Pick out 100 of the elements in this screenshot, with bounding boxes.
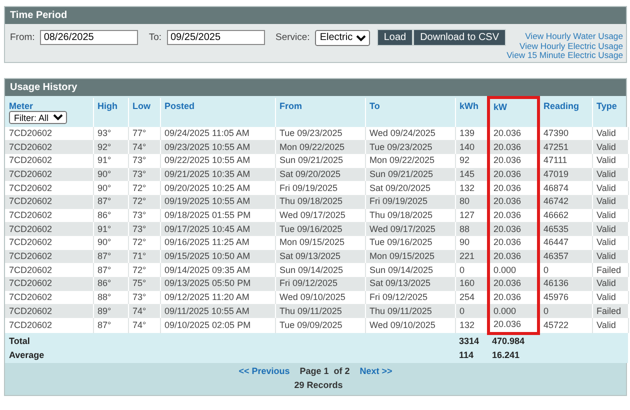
temperature-cell: 91° <box>93 154 128 168</box>
temperature-cell: 73° <box>128 208 160 222</box>
status-cell: Valid <box>592 154 628 168</box>
meter-cell: 7CD20602 <box>5 222 93 236</box>
value-cell: 46447 <box>538 236 592 250</box>
column-header[interactable]: Meter Filter: All <box>5 98 93 126</box>
status-cell: Failed <box>592 304 628 318</box>
date-cell: 09/10/2025 02:05 PM <box>160 318 275 334</box>
meter-cell: 7CD20602 <box>5 236 93 250</box>
panel-header: Usage History <box>5 79 626 96</box>
usage-link[interactable]: View Hourly Water Usage <box>525 32 623 42</box>
date-cell: 09/19/2025 10:55 AM <box>160 194 275 209</box>
date-cell: Tue 09/16/2025 <box>365 236 455 250</box>
date-cell: 09/15/2025 10:50 AM <box>160 250 275 264</box>
date-cell: Wed 09/10/2025 <box>365 318 455 334</box>
meter-cell: 7CD20602 <box>5 250 93 264</box>
date-cell: 09/12/2025 11:20 AM <box>160 290 275 304</box>
temperature-cell: 89° <box>93 304 128 318</box>
date-cell: Tue 09/23/2025 <box>365 140 455 154</box>
to-date-field[interactable]: 09/25/2025 <box>166 30 264 45</box>
value-cell: 0 <box>538 304 592 318</box>
date-cell: Tue 09/23/2025 <box>275 126 365 140</box>
date-cell: Wed 09/10/2025 <box>275 290 365 304</box>
temperature-cell: 72° <box>128 236 160 250</box>
temperature-cell: 73° <box>128 168 160 182</box>
value-cell: 88 <box>455 222 488 236</box>
date-cell: Sun 09/14/2025 <box>275 263 365 278</box>
status-cell: Valid <box>592 318 628 334</box>
value-cell: 20.036 <box>488 140 538 154</box>
date-cell: Mon 09/15/2025 <box>275 236 365 250</box>
date-cell: Wed 09/17/2025 <box>275 208 365 222</box>
date-cell: Sat 09/20/2025 <box>275 168 365 182</box>
date-cell: 09/11/2025 10:55 AM <box>160 304 275 318</box>
previous-page-link[interactable]: << Previous <box>238 364 290 378</box>
temperature-cell: 77° <box>128 126 160 140</box>
meter-cell: 7CD20602 <box>5 126 93 140</box>
value-cell: 90 <box>455 236 488 250</box>
value-cell: 140 <box>455 140 488 154</box>
temperature-cell: 72° <box>128 181 160 195</box>
from-date-field[interactable]: 08/26/2025 <box>40 30 138 45</box>
next-page-link[interactable]: Next >> <box>360 364 392 378</box>
temperature-cell: 88° <box>93 290 128 304</box>
date-cell: Thu 09/18/2025 <box>275 194 365 209</box>
temperature-cell: 87° <box>93 250 128 264</box>
temperature-cell: 87° <box>93 318 128 334</box>
temperature-cell: 74° <box>128 140 160 154</box>
date-cell: 09/16/2025 11:25 AM <box>160 236 275 250</box>
date-cell: Mon 09/22/2025 <box>275 140 365 154</box>
date-cell: Sun 09/21/2025 <box>275 154 365 168</box>
temperature-cell: 90° <box>93 168 128 182</box>
temperature-cell: 73° <box>128 222 160 236</box>
value-cell: 160 <box>455 277 488 291</box>
date-cell: Fri 09/19/2025 <box>275 181 365 195</box>
date-cell: 09/24/2025 11:05 AM <box>160 126 275 140</box>
meter-cell: 7CD20602 <box>5 290 93 304</box>
date-cell: Wed 09/24/2025 <box>365 126 455 140</box>
temperature-cell: 75° <box>128 277 160 291</box>
status-cell: Valid <box>592 194 628 209</box>
value-cell: 20.036 <box>488 181 538 195</box>
temperature-cell: 90° <box>93 181 128 195</box>
temperature-cell: 87° <box>93 194 128 209</box>
date-cell: Mon 09/22/2025 <box>365 154 455 168</box>
field-label: Service: <box>276 32 310 43</box>
load-button[interactable]: Load <box>376 29 414 46</box>
date-cell: Mon 09/15/2025 <box>365 250 455 264</box>
field-label: From: <box>10 32 35 43</box>
value-cell: 0 <box>455 304 488 318</box>
meter-cell: 7CD20602 <box>5 263 93 278</box>
status-cell: Valid <box>592 181 628 195</box>
panel-header: Time Period <box>5 7 626 24</box>
status-cell: Failed <box>592 263 628 278</box>
status-cell: Valid <box>592 222 628 236</box>
meter-cell: 7CD20602 <box>5 208 93 222</box>
value-cell: 47390 <box>538 126 592 140</box>
date-cell: Thu 09/11/2025 <box>365 304 455 318</box>
usage-link[interactable]: View 15 Minute Electric Usage <box>506 51 623 60</box>
date-cell: 09/14/2025 09:35 AM <box>160 263 275 278</box>
value-cell: 20.036 <box>488 290 538 304</box>
value-cell: 0 <box>538 263 592 278</box>
temperature-cell: 71° <box>128 250 160 264</box>
date-cell: Tue 09/16/2025 <box>275 222 365 236</box>
value-cell: 46874 <box>538 181 592 195</box>
service-dropdown[interactable]: Electric <box>314 30 370 46</box>
value-cell: 139 <box>455 126 488 140</box>
status-cell: Valid <box>592 208 628 222</box>
date-cell: Sat 09/13/2025 <box>275 250 365 264</box>
temperature-cell: 72° <box>128 263 160 278</box>
meter-cell: 7CD20602 <box>5 140 93 154</box>
value-cell: 20.036 <box>488 154 538 168</box>
temperature-cell: 87° <box>93 263 128 278</box>
meter-cell: 7CD20602 <box>5 304 93 318</box>
meter-cell: 7CD20602 <box>5 277 93 291</box>
status-cell: Valid <box>592 250 628 264</box>
date-cell: Fri 09/19/2025 <box>365 194 455 209</box>
download-button[interactable]: Download to CSV <box>413 29 506 46</box>
meter-filter-dropdown[interactable]: Filter: All <box>9 110 67 124</box>
usage-link[interactable]: View Hourly Electric Usage <box>520 42 623 51</box>
temperature-cell: 93° <box>93 126 128 140</box>
date-cell: 09/17/2025 10:45 AM <box>160 222 275 236</box>
value-cell: 0.000 <box>488 304 538 318</box>
